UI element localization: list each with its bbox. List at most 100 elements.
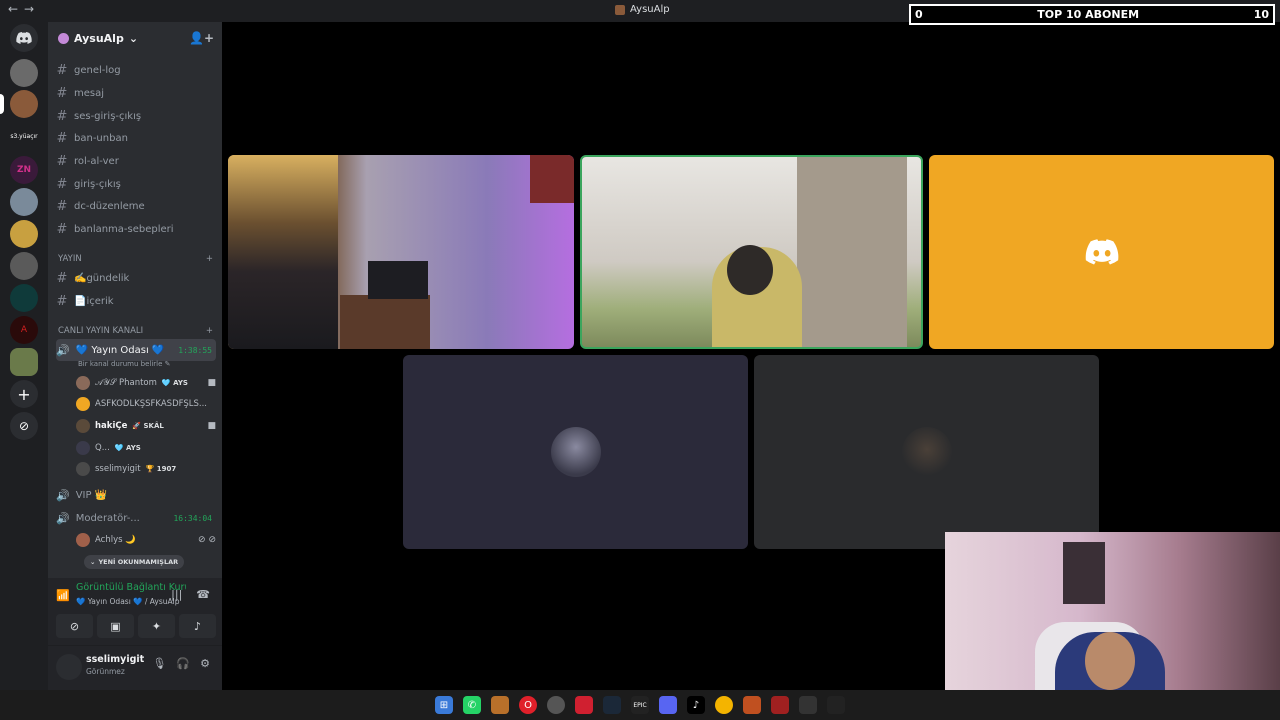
discord-icon[interactable] xyxy=(659,696,677,714)
app-icon[interactable] xyxy=(547,696,565,714)
app-icon[interactable] xyxy=(799,696,817,714)
add-channel-icon[interactable]: + xyxy=(206,254,213,264)
stream-overlay: 0 TOP 10 ABONEM 10 xyxy=(909,4,1275,25)
video-feed xyxy=(340,295,430,349)
hash-icon: # xyxy=(56,176,68,192)
server-icon-5[interactable] xyxy=(10,220,38,248)
server-icon-8[interactable]: A xyxy=(10,316,38,344)
channel-status[interactable]: Bir kanal durumu belirle ✎ xyxy=(78,360,171,368)
voice-user[interactable]: Q... 🩵 AYS xyxy=(76,439,216,457)
hash-icon: # xyxy=(56,293,68,309)
discover-icon[interactable]: ⊘ xyxy=(10,412,38,440)
channel-item[interactable]: # dc-düzenleme xyxy=(56,196,216,216)
activities-button[interactable]: ✦ xyxy=(138,614,175,638)
tiktok-icon[interactable]: ♪ xyxy=(687,696,705,714)
video-feed xyxy=(797,157,907,347)
server-rail: s3.yüaçır ZN A + ⊘ xyxy=(0,22,48,690)
avatar xyxy=(76,533,90,547)
channel-item[interactable]: # 📄içerik xyxy=(56,291,216,311)
hash-icon: # xyxy=(56,198,68,214)
voice-connection-panel: 📶 Görüntülü Bağlantı Kuruldu 💙 Yayın Oda… xyxy=(48,578,222,646)
app-icon[interactable] xyxy=(771,696,789,714)
soundboard-button[interactable]: ♪ xyxy=(179,614,216,638)
discord-home-icon[interactable] xyxy=(10,24,38,52)
server-icon-aysualp[interactable] xyxy=(10,90,38,118)
headphones-icon[interactable]: 🎧 xyxy=(176,657,190,670)
video-tile-1[interactable] xyxy=(228,155,574,349)
nav-arrows[interactable]: ←→ xyxy=(8,2,40,16)
video-tile-4-avatar[interactable] xyxy=(403,355,748,549)
channel-item[interactable]: # ses-giriş-çıkış xyxy=(56,106,216,126)
speaker-icon: 🔊 xyxy=(56,488,70,502)
settings-gear-icon[interactable]: ⚙ xyxy=(200,657,210,670)
app-icon[interactable] xyxy=(827,696,845,714)
voice-user[interactable]: hakiÇe 🚀 SKÂL ■ xyxy=(76,417,216,435)
avatar[interactable] xyxy=(56,654,82,680)
channel-item[interactable]: # mesaj xyxy=(56,83,216,103)
server-icon-7[interactable] xyxy=(10,284,38,312)
disconnect-icon[interactable]: ☎ xyxy=(196,588,210,601)
channel-item[interactable]: # giriş-çıkış xyxy=(56,174,216,194)
chevron-down-icon: ⌄ xyxy=(128,31,139,45)
avatar xyxy=(901,427,952,477)
voice-user[interactable]: sselimyigit 🏆 1907 xyxy=(76,460,216,478)
voice-user[interactable]: ASFKODLKŞSFKASDFŞLS... xyxy=(76,395,216,413)
server-icon-1[interactable] xyxy=(10,59,38,87)
app-icon[interactable] xyxy=(491,696,509,714)
channel-item[interactable]: # banlanma-sebepleri xyxy=(56,219,216,239)
add-channel-icon[interactable]: + xyxy=(206,326,213,336)
voice-channel-vip[interactable]: 🔊 VIP 👑 xyxy=(56,484,216,506)
channel-item[interactable]: # rol-al-ver xyxy=(56,151,216,171)
camera-icon: ■ xyxy=(207,378,216,388)
server-header[interactable]: AysuAlp ⌄ 👤+ xyxy=(48,22,222,54)
avatar xyxy=(76,419,90,433)
hash-icon: # xyxy=(56,108,68,124)
hash-icon: # xyxy=(56,62,68,78)
server-icon-text[interactable]: s3.yüaçır xyxy=(10,122,38,150)
category-canli[interactable]: CANLI YAYIN KANALI + xyxy=(58,326,213,336)
unread-button[interactable]: ⌄ YENİ OKUNMAMIŞLAR xyxy=(84,555,185,569)
webcam-feed xyxy=(1063,542,1105,604)
server-icon xyxy=(615,4,625,15)
avatar xyxy=(76,397,90,411)
whatsapp-icon[interactable]: ✆ xyxy=(463,696,481,714)
hash-icon: # xyxy=(56,153,68,169)
video-tile-3-avatar[interactable] xyxy=(929,155,1274,349)
video-tile-5-avatar[interactable] xyxy=(754,355,1099,549)
active-server-pill xyxy=(0,94,4,114)
screen-share-button[interactable]: ▣ xyxy=(97,614,134,638)
chrome-icon[interactable] xyxy=(715,696,733,714)
opera-icon[interactable]: O xyxy=(519,696,537,714)
video-feed xyxy=(530,155,574,203)
chevron-down-icon: ⌄ xyxy=(90,558,96,566)
steam-icon[interactable] xyxy=(603,696,621,714)
server-icon-9[interactable] xyxy=(10,348,38,376)
camera-off-button[interactable]: ⊘ xyxy=(56,614,93,638)
voice-user[interactable]: Achlys 🌙 ⊘ ⊘ xyxy=(76,531,216,549)
speaker-icon: 🔊 xyxy=(56,343,70,357)
webcam-feed xyxy=(1085,632,1135,690)
server-icon-4[interactable] xyxy=(10,188,38,216)
channel-item[interactable]: # genel-log xyxy=(56,60,216,80)
server-icon-zn[interactable]: ZN xyxy=(10,156,38,184)
channel-item[interactable]: # ✍️gündelik xyxy=(56,268,216,288)
avatar xyxy=(76,376,90,390)
microphone-icon[interactable]: 🎙 xyxy=(152,657,166,670)
voice-user[interactable]: 𝒜𝒴𝒮 Phantom 🩵 AYS ■ xyxy=(76,374,216,392)
add-server-icon[interactable]: + xyxy=(10,380,38,408)
windows-start-icon[interactable]: ⊞ xyxy=(435,696,453,714)
server-icon-6[interactable] xyxy=(10,252,38,280)
video-tile-2-speaking[interactable] xyxy=(580,155,923,349)
noise-suppression-icon[interactable]: ||| xyxy=(171,588,182,601)
channel-item[interactable]: # ban-unban xyxy=(56,128,216,148)
category-yayin[interactable]: YAYIN + xyxy=(58,254,213,264)
hash-icon: # xyxy=(56,221,68,237)
voice-channel-yayin-odasi[interactable]: 🔊 💙 Yayın Odası 💙 1:38:55 xyxy=(56,339,216,361)
epic-games-icon[interactable]: EPIC xyxy=(631,696,649,714)
avatar xyxy=(76,441,90,455)
app-icon[interactable] xyxy=(575,696,593,714)
voice-channel-moderator[interactable]: 🔊 Moderatör-... 16:34:04 xyxy=(56,507,216,529)
app-icon[interactable] xyxy=(743,696,761,714)
hash-icon: # xyxy=(56,85,68,101)
add-member-icon[interactable]: 👤+ xyxy=(189,31,214,45)
